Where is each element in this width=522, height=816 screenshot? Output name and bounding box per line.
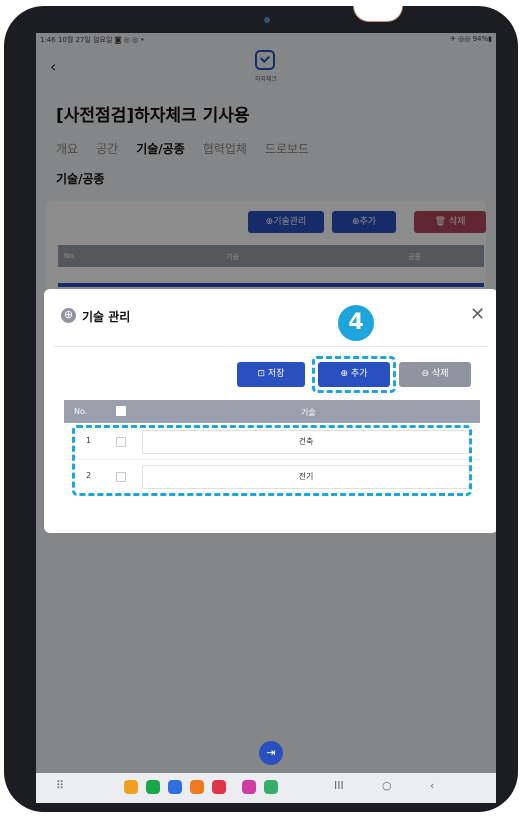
- col-tech: 기술: [301, 408, 316, 417]
- modal-divider: [54, 346, 488, 347]
- delete-button[interactable]: ⊖ 삭제: [399, 362, 471, 387]
- rows-highlight: [72, 425, 472, 496]
- camera-app-icon[interactable]: [212, 780, 226, 794]
- modal-table-header: No. 기술: [64, 400, 480, 423]
- folder-app-icon[interactable]: [124, 780, 138, 794]
- modal-plus-icon: ⊕: [61, 308, 76, 323]
- modal-title: 기술 관리: [82, 310, 131, 324]
- step-marker: 4: [336, 303, 376, 343]
- select-all-checkbox[interactable]: [116, 406, 126, 416]
- play-store-icon[interactable]: [264, 780, 278, 794]
- screen: 1:46 10월 27일 일요일 ◙ ◎ ◎ • ✈ ◎◎ 94%▮ ‹ 하자체…: [36, 33, 496, 803]
- tablet-frame: 1:46 10월 27일 일요일 ◙ ◎ ◎ • ✈ ◎◎ 94%▮ ‹ 하자체…: [4, 6, 518, 812]
- contacts-app-icon[interactable]: [190, 780, 204, 794]
- phone-app-icon[interactable]: [146, 780, 160, 794]
- flower-app-icon[interactable]: [242, 780, 256, 794]
- save-button[interactable]: ⊡ 저장: [237, 362, 305, 387]
- exit-icon[interactable]: ⇥: [259, 741, 283, 765]
- camera-icon: [264, 17, 270, 23]
- nav-back-icon[interactable]: ‹: [430, 779, 434, 792]
- add-button-highlight: [312, 356, 396, 393]
- apps-grid-icon[interactable]: ⠿: [56, 779, 64, 792]
- pull-tab-decoration: [353, 6, 403, 22]
- messages-app-icon[interactable]: [168, 780, 182, 794]
- col-no: No.: [74, 407, 88, 416]
- close-icon[interactable]: ✕: [470, 304, 485, 325]
- home-icon[interactable]: ○: [382, 779, 392, 792]
- recent-apps-icon[interactable]: III: [334, 779, 344, 792]
- tech-manage-modal: ⊕ 기술 관리 ✕ 4 ⊡ 저장 ⊕ 추가 ⊖ 삭제 No. 기술 1 건축 2: [44, 289, 496, 533]
